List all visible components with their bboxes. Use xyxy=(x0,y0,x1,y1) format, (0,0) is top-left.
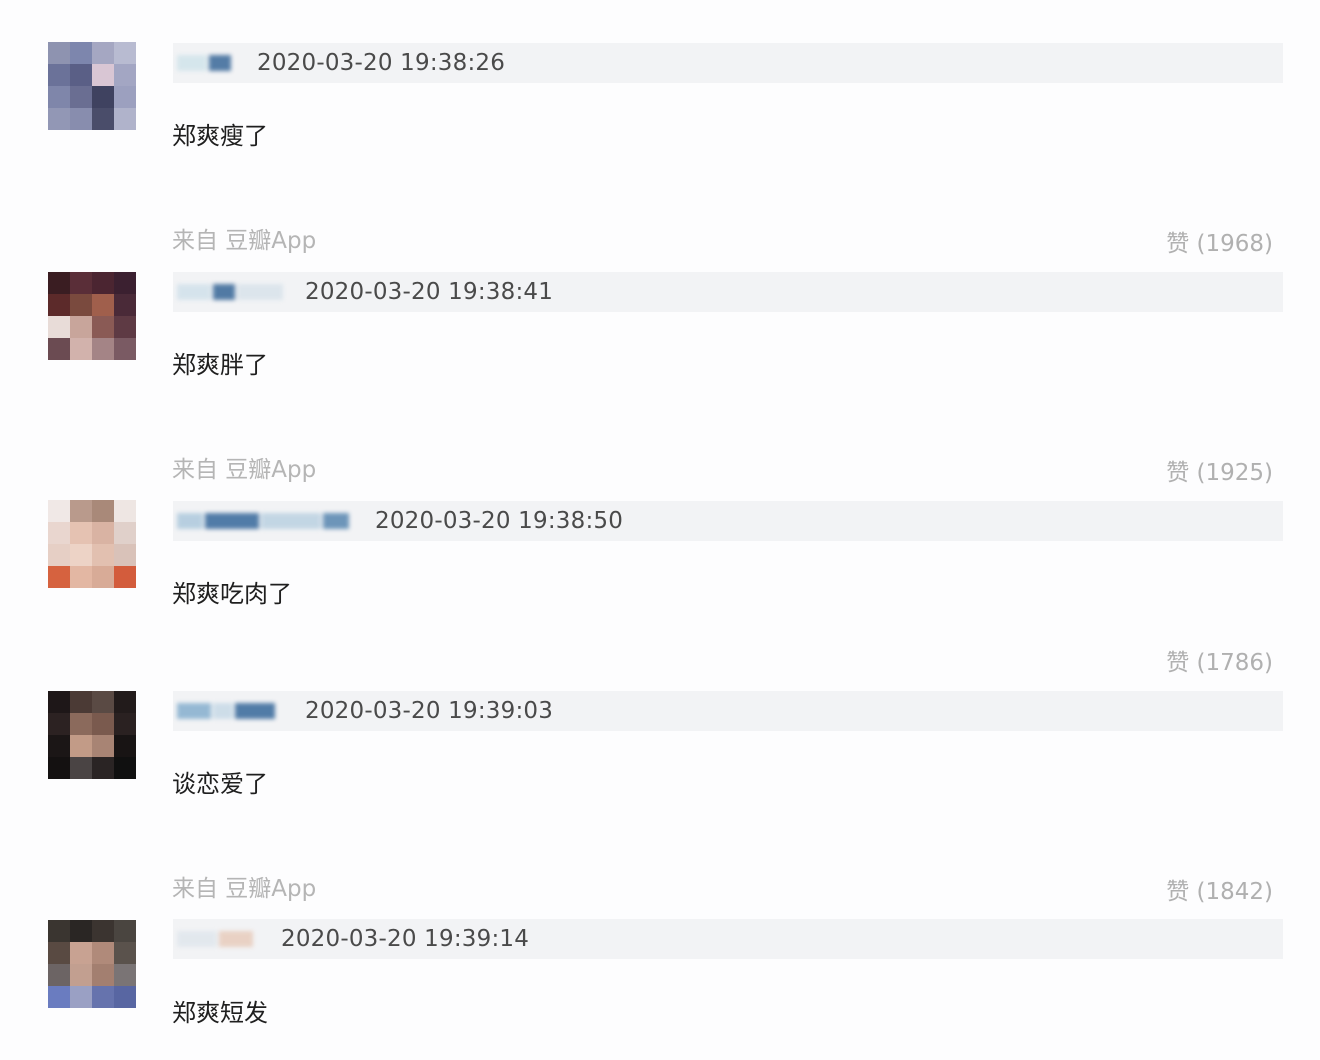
blurred-username[interactable] xyxy=(177,928,281,950)
blurred-username[interactable] xyxy=(177,52,257,74)
avatar[interactable] xyxy=(48,272,136,360)
comment-meta-bar: 2020-03-20 19:39:03 xyxy=(173,691,1283,731)
blurred-username[interactable] xyxy=(177,700,305,722)
comment-timestamp: 2020-03-20 19:38:26 xyxy=(257,50,506,76)
like-button[interactable]: 赞 (1842) xyxy=(1166,872,1273,906)
comment-text: 谈恋爱了 xyxy=(172,770,268,798)
avatar[interactable] xyxy=(48,42,136,130)
comment-list: 2020-03-20 19:38:26 郑爽瘦了 来自 豆瓣App 赞 (196… xyxy=(0,0,1320,1060)
comment-timestamp: 2020-03-20 19:38:41 xyxy=(305,279,554,305)
avatar[interactable] xyxy=(48,691,136,779)
comment-text: 郑爽瘦了 xyxy=(172,122,268,150)
blurred-username[interactable] xyxy=(177,281,305,303)
blurred-username[interactable] xyxy=(177,510,375,532)
comment-source: 来自 豆瓣App xyxy=(172,457,317,483)
like-button[interactable]: 赞 (1925) xyxy=(1166,453,1273,487)
comment-text: 郑爽胖了 xyxy=(172,351,268,379)
comment-source: 来自 豆瓣App xyxy=(172,876,317,902)
comment-timestamp: 2020-03-20 19:39:03 xyxy=(305,698,554,724)
comment-meta-bar: 2020-03-20 19:38:50 xyxy=(173,501,1283,541)
comment-text: 郑爽吃肉了 xyxy=(172,580,292,608)
comment-text: 郑爽短发 xyxy=(172,999,268,1027)
comment-source: 来自 豆瓣App xyxy=(172,228,317,254)
comment-meta-bar: 2020-03-20 19:38:26 xyxy=(173,43,1283,83)
comment-timestamp: 2020-03-20 19:38:50 xyxy=(375,508,624,534)
comment-timestamp: 2020-03-20 19:39:14 xyxy=(281,926,530,952)
like-button[interactable]: 赞 (1968) xyxy=(1166,224,1273,258)
avatar[interactable] xyxy=(48,500,136,588)
avatar[interactable] xyxy=(48,920,136,1008)
comment-meta-bar: 2020-03-20 19:38:41 xyxy=(173,272,1283,312)
comment-meta-bar: 2020-03-20 19:39:14 xyxy=(173,919,1283,959)
like-button[interactable]: 赞 (1786) xyxy=(1166,643,1273,677)
